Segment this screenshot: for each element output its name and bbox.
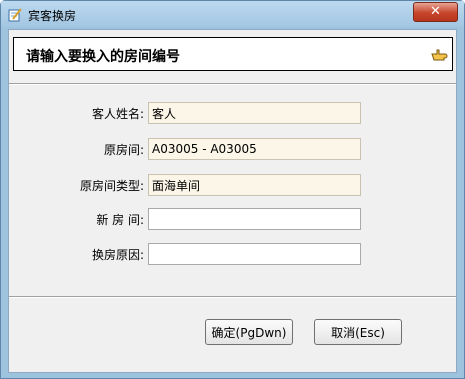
- title-bar[interactable]: 宾客换房 ✕: [1, 1, 464, 27]
- original-room-type-label: 原房间类型:: [79, 179, 144, 193]
- dialog-body: 请输入要换入的房间编号 客人姓名: 原房间: 原房间类型: 新 房 间: 换房原…: [8, 29, 457, 373]
- reason-label: 换房原因:: [91, 248, 144, 262]
- new-room-label: 新 房 间:: [96, 213, 144, 227]
- notepad-pencil-icon: [8, 7, 22, 22]
- pointing-hand-icon: [430, 45, 448, 63]
- header-panel: 请输入要换入的房间编号: [13, 37, 453, 71]
- original-room-type-field[interactable]: [148, 174, 361, 196]
- ok-button[interactable]: 确定(PgDwn): [205, 319, 293, 345]
- original-room-field[interactable]: [148, 138, 361, 160]
- reason-input[interactable]: [148, 243, 361, 265]
- bottom-divider: [9, 296, 456, 298]
- cancel-button[interactable]: 取消(Esc): [314, 319, 402, 345]
- page-title: 请输入要换入的房间编号: [26, 49, 180, 65]
- close-button[interactable]: ✕: [413, 2, 458, 22]
- window-title: 宾客换房: [28, 9, 77, 23]
- guest-name-field[interactable]: [148, 102, 361, 124]
- guest-name-label: 客人姓名:: [91, 107, 144, 121]
- top-divider: [9, 83, 456, 85]
- original-room-label: 原房间:: [103, 143, 144, 157]
- dialog-window: 宾客换房 ✕ 请输入要换入的房间编号 客人姓名: 原房间: 原房间类型: 新 房…: [0, 0, 465, 379]
- new-room-input[interactable]: [148, 208, 361, 230]
